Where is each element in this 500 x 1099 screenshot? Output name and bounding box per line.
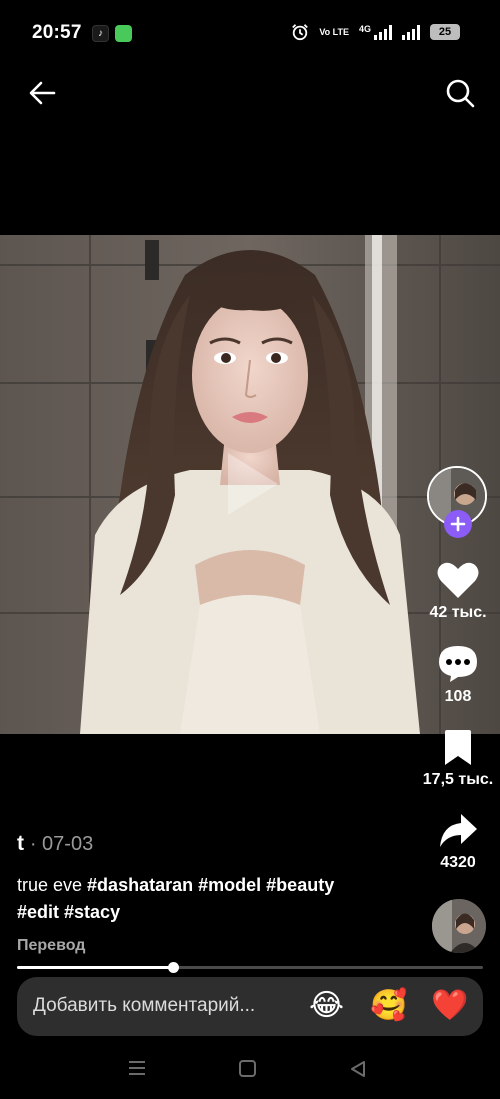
save-count: 17,5 тыс.	[422, 771, 494, 788]
back-button[interactable]	[26, 76, 60, 110]
status-icons: Vo LTE 4G 25	[291, 23, 460, 41]
nav-back-icon[interactable]	[349, 1060, 367, 1078]
follow-button[interactable]	[444, 510, 472, 538]
messages-icon	[115, 25, 132, 42]
translate-link[interactable]: Перевод	[17, 937, 85, 955]
play-icon	[228, 453, 278, 515]
post-date: · 07-03	[29, 833, 94, 855]
heart-icon	[437, 562, 479, 598]
system-nav-bar	[0, 1040, 500, 1099]
volte-indicator: Vo LTE	[319, 26, 349, 37]
like-count: 42 тыс.	[429, 604, 487, 621]
status-bar: 20:57 ♪ Vo LTE 4G 25	[0, 0, 500, 66]
author-name[interactable]: t	[17, 832, 24, 855]
hashtag[interactable]: #beauty	[266, 875, 334, 895]
save-button[interactable]: 17,5 тыс.	[418, 729, 498, 789]
tiktok-icon: ♪	[92, 25, 109, 42]
comment-bubble-icon	[439, 646, 477, 682]
comment-bar: Добавить комментарий... 😂 🥰 ❤️	[17, 977, 483, 1036]
caption-text: true eve	[17, 875, 88, 895]
hashtag[interactable]: #stacy	[64, 902, 120, 922]
signal-icon	[374, 24, 392, 40]
comment-button[interactable]: 108	[418, 644, 498, 706]
signal-group: 4G	[359, 24, 392, 40]
bookmark-icon	[445, 730, 471, 765]
search-button[interactable]	[443, 76, 477, 110]
progress-fill	[17, 966, 174, 969]
status-time: 20:57	[32, 22, 82, 43]
home-icon[interactable]	[239, 1060, 256, 1077]
progress-knob[interactable]	[168, 962, 180, 973]
video-progress-bar[interactable]	[17, 962, 483, 973]
recents-icon[interactable]	[128, 1060, 146, 1076]
signal-icon-2	[402, 24, 420, 40]
emoji-heart-button[interactable]: ❤️	[431, 989, 468, 1023]
sound-disc[interactable]	[432, 899, 486, 953]
comment-input[interactable]: Добавить комментарий...	[33, 995, 255, 1017]
post-caption: true eve #dashataran #model #beauty #edi…	[17, 872, 417, 926]
battery-icon: 25	[430, 24, 460, 40]
like-button[interactable]: 42 тыс.	[418, 560, 498, 622]
comment-count: 108	[444, 688, 472, 705]
emoji-laughing-button[interactable]: 😂	[309, 989, 344, 1023]
hashtag[interactable]: #model	[198, 875, 261, 895]
alarm-icon	[292, 24, 309, 41]
hashtag[interactable]: #edit	[17, 902, 59, 922]
share-button[interactable]: 4320	[418, 812, 498, 872]
emoji-smiling-hearts-button[interactable]: 🥰	[370, 989, 407, 1023]
post-meta: t · 07-03	[17, 832, 93, 856]
network-label: 4G	[358, 24, 371, 34]
plus-icon	[450, 516, 466, 532]
sound-disc-image	[432, 899, 486, 953]
share-count: 4320	[440, 854, 476, 871]
hashtag[interactable]: #dashataran	[87, 875, 193, 895]
share-arrow-icon	[440, 814, 477, 847]
